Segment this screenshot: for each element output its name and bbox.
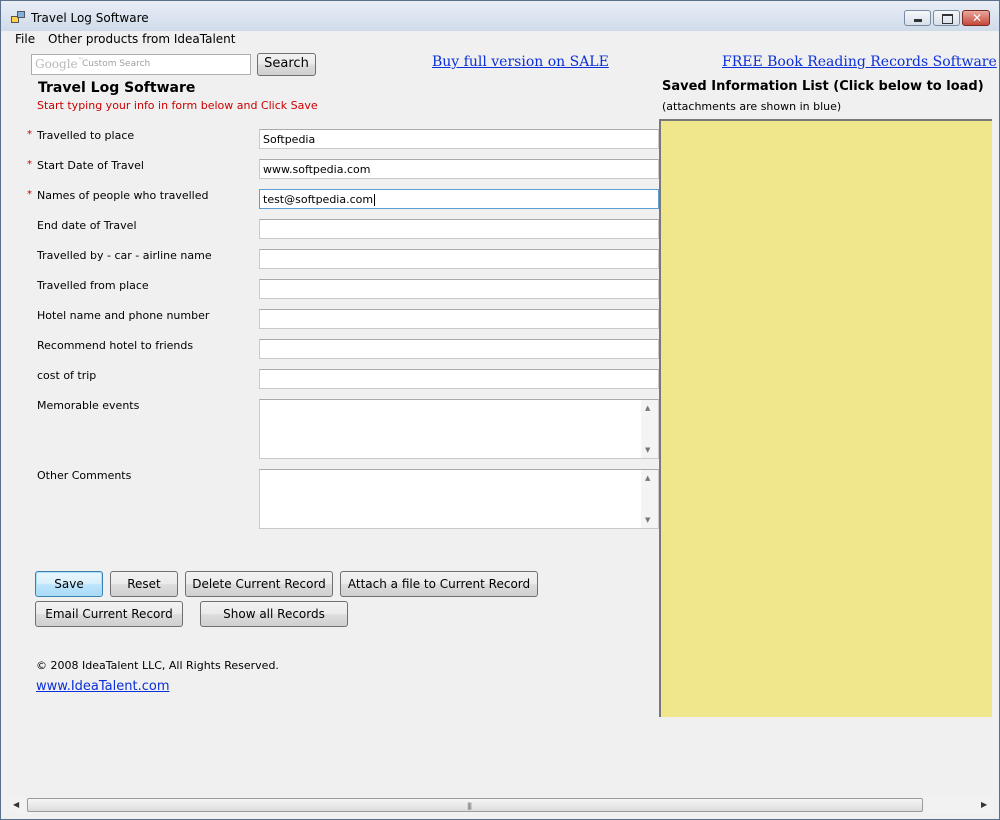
attach-file-button[interactable]: Attach a file to Current Record <box>340 571 538 597</box>
google-logo: Google™ <box>35 57 84 71</box>
buy-full-version-link[interactable]: Buy full version on SALE <box>432 54 609 70</box>
scroll-up-icon[interactable]: ▲ <box>645 474 650 482</box>
field-label-memorable: Memorable events <box>37 399 140 412</box>
travelled-by-input[interactable] <box>259 249 659 269</box>
saved-list-title: Saved Information List (Click below to l… <box>662 79 984 94</box>
saved-list-note: (attachments are shown in blue) <box>662 100 842 113</box>
travelled-from-input[interactable] <box>259 279 659 299</box>
search-placeholder: Custom Search <box>82 59 151 69</box>
horizontal-scrollbar[interactable]: ◀ ||| ▶ <box>9 797 993 814</box>
app-icon <box>11 11 25 23</box>
scroll-thumb[interactable]: ||| <box>27 798 923 812</box>
title-bar[interactable]: Travel Log Software ✕ <box>1 1 999 31</box>
field-label-hotel: Hotel name and phone number <box>37 309 210 322</box>
comments-scrollbar[interactable]: ▲ ▼ <box>641 470 658 528</box>
field-label-cost: cost of trip <box>37 369 97 382</box>
field-label-travelled-by: Travelled by - car - airline name <box>37 249 212 262</box>
menu-file[interactable]: File <box>15 32 35 46</box>
field-label-names: Names of people who travelled <box>37 189 209 202</box>
scroll-down-icon[interactable]: ▼ <box>645 516 650 524</box>
grip-icon: ||| <box>467 802 472 810</box>
other-comments-textarea[interactable]: ▲ ▼ <box>259 469 659 529</box>
app-window: Travel Log Software ✕ File Other product… <box>0 0 1000 820</box>
required-marker: * <box>27 189 32 200</box>
field-label-travelled-to: Travelled to place <box>37 129 135 142</box>
website-link[interactable]: www.IdeaTalent.com <box>36 679 170 694</box>
required-marker: * <box>27 159 32 170</box>
close-button[interactable]: ✕ <box>962 10 990 26</box>
field-label-end-date: End date of Travel <box>37 219 137 232</box>
hotel-input[interactable] <box>259 309 659 329</box>
show-all-records-button[interactable]: Show all Records <box>200 601 348 627</box>
saved-records-list[interactable] <box>659 119 992 717</box>
form-title: Travel Log Software <box>38 80 196 96</box>
cost-input[interactable] <box>259 369 659 389</box>
form-instruction: Start typing your info in form below and… <box>37 99 318 112</box>
memorable-events-textarea[interactable]: ▲ ▼ <box>259 399 659 459</box>
scroll-down-icon[interactable]: ▼ <box>645 446 650 454</box>
maximize-icon <box>942 14 953 24</box>
free-book-software-link[interactable]: FREE Book Reading Records Software <box>722 54 997 70</box>
field-label-start-date: Start Date of Travel <box>37 159 144 172</box>
travelled-to-input[interactable]: Softpedia <box>259 129 659 149</box>
maximize-button[interactable] <box>933 10 960 26</box>
close-icon: ✕ <box>972 11 983 25</box>
save-button[interactable]: Save <box>35 571 103 597</box>
memorable-scrollbar[interactable]: ▲ ▼ <box>641 400 658 458</box>
email-record-button[interactable]: Email Current Record <box>35 601 183 627</box>
search-button[interactable]: Search <box>257 53 316 76</box>
field-label-recommend-hotel: Recommend hotel to friends <box>37 339 194 352</box>
text-cursor <box>374 194 376 206</box>
window-title: Travel Log Software <box>31 11 149 25</box>
start-date-input[interactable]: www.softpedia.com <box>259 159 659 179</box>
required-marker: * <box>27 129 32 140</box>
scroll-right-icon[interactable]: ▶ <box>981 800 987 809</box>
field-label-travelled-from: Travelled from place <box>37 279 149 292</box>
search-input[interactable]: Google™ Custom Search <box>31 54 251 75</box>
recommend-hotel-input[interactable] <box>259 339 659 359</box>
menu-other-products[interactable]: Other products from IdeaTalent <box>48 32 235 46</box>
scroll-up-icon[interactable]: ▲ <box>645 404 650 412</box>
menu-bar: File Other products from IdeaTalent <box>1 31 999 47</box>
minimize-button[interactable] <box>904 10 931 26</box>
reset-button[interactable]: Reset <box>110 571 178 597</box>
minimize-icon <box>914 19 922 22</box>
end-date-input[interactable] <box>259 219 659 239</box>
delete-record-button[interactable]: Delete Current Record <box>185 571 333 597</box>
field-label-comments: Other Comments <box>37 469 132 482</box>
copyright-text: © 2008 IdeaTalent LLC, All Rights Reserv… <box>36 659 279 672</box>
names-input[interactable]: test@softpedia.com <box>259 189 659 209</box>
scroll-left-icon[interactable]: ◀ <box>13 800 19 809</box>
